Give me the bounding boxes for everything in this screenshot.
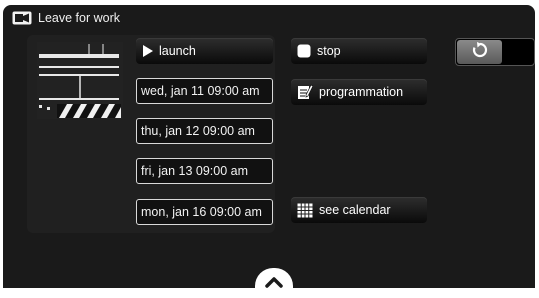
page-title: Leave for work <box>38 11 120 25</box>
launch-label: launch <box>159 44 196 58</box>
see-calendar-button[interactable]: see calendar <box>291 197 427 223</box>
edit-icon <box>297 84 313 100</box>
see-calendar-label: see calendar <box>319 203 391 217</box>
programmation-button[interactable]: programmation <box>291 79 427 105</box>
refresh-toggle-knob[interactable] <box>457 40 502 64</box>
stop-icon <box>297 44 311 58</box>
schedule-date-4[interactable]: mon, jan 16 09:00 am <box>136 199 273 225</box>
launch-button[interactable]: launch <box>136 38 273 64</box>
refresh-icon <box>471 41 489 64</box>
refresh-toggle[interactable] <box>455 38 535 66</box>
calendar-icon <box>297 203 313 218</box>
schedule-date-3[interactable]: fri, jan 13 09:00 am <box>136 158 273 184</box>
play-icon <box>142 45 153 57</box>
programmation-label: programmation <box>319 85 404 99</box>
scene-panel: Leave for work launch stop wed, jan 11 0… <box>3 5 535 288</box>
stop-label: stop <box>317 44 341 58</box>
chevron-up-icon <box>264 274 284 293</box>
clapperboard-icon <box>37 42 123 119</box>
stop-button[interactable]: stop <box>291 38 427 64</box>
scroll-up-button[interactable] <box>255 268 293 298</box>
schedule-date-1[interactable]: wed, jan 11 09:00 am <box>136 78 273 104</box>
scene-icon <box>12 11 32 25</box>
title-bar: Leave for work <box>3 5 535 31</box>
schedule-date-2[interactable]: thu, jan 12 09:00 am <box>136 118 273 144</box>
